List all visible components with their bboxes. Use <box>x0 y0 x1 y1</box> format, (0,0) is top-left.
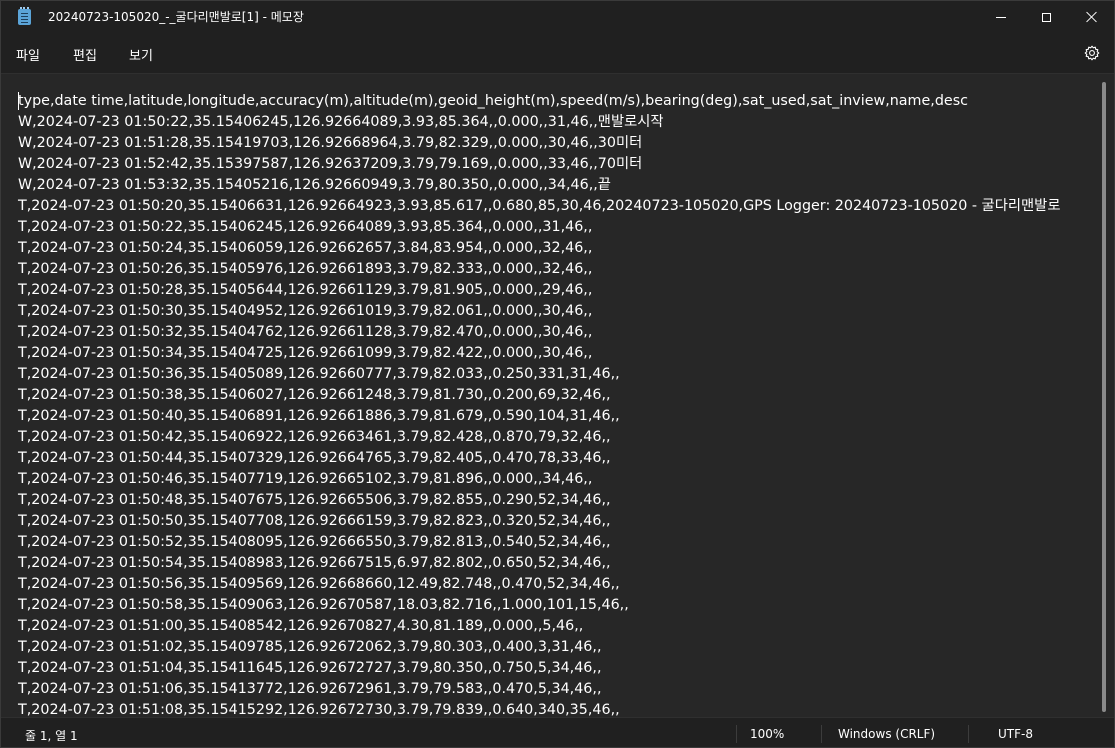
text-editor[interactable]: type,date time,latitude,longitude,accura… <box>1 73 1114 717</box>
status-bar: 줄 1, 열 1 100% Windows (CRLF) UTF-8 <box>1 717 1114 747</box>
menu-file[interactable]: 파일 <box>16 45 40 64</box>
editor-line[interactable]: T,2024-07-23 01:51:06,35.15413772,126.92… <box>18 679 1060 700</box>
editor-line[interactable]: type,date time,latitude,longitude,accura… <box>18 91 1060 112</box>
zoom-level: 100% <box>750 727 785 741</box>
editor-line[interactable]: T,2024-07-23 01:50:42,35.15406922,126.92… <box>18 427 1060 448</box>
editor-line[interactable]: T,2024-07-23 01:50:28,35.15405644,126.92… <box>18 280 1060 301</box>
menu-edit[interactable]: 편집 <box>73 45 97 64</box>
editor-line[interactable]: T,2024-07-23 01:50:32,35.15404762,126.92… <box>18 322 1060 343</box>
close-icon <box>1086 11 1098 23</box>
status-divider <box>736 725 737 743</box>
editor-line[interactable]: T,2024-07-23 01:50:38,35.15406027,126.92… <box>18 385 1060 406</box>
notepad-icon <box>18 7 31 25</box>
editor-line[interactable]: T,2024-07-23 01:50:58,35.15409063,126.92… <box>18 595 1060 616</box>
minimize-icon <box>996 16 1006 18</box>
minimize-button[interactable] <box>978 1 1024 33</box>
editor-line[interactable]: T,2024-07-23 01:50:20,35.15406631,126.92… <box>18 196 1060 217</box>
notepad-window: 20240723-105020_-_굴다리맨발로[1] - 메모장 파일 편집 … <box>0 0 1115 748</box>
editor-line[interactable]: T,2024-07-23 01:50:48,35.15407675,126.92… <box>18 490 1060 511</box>
editor-line[interactable]: T,2024-07-23 01:50:26,35.15405976,126.92… <box>18 259 1060 280</box>
editor-line[interactable]: W,2024-07-23 01:53:32,35.15405216,126.92… <box>18 175 1060 196</box>
editor-text[interactable]: type,date time,latitude,longitude,accura… <box>18 91 1060 717</box>
vertical-scrollbar[interactable] <box>1102 82 1106 712</box>
maximize-button[interactable] <box>1023 1 1069 33</box>
editor-line[interactable]: T,2024-07-23 01:50:36,35.15405089,126.92… <box>18 364 1060 385</box>
editor-line[interactable]: T,2024-07-23 01:50:46,35.15407719,126.92… <box>18 469 1060 490</box>
menu-bar: 파일 편집 보기 <box>1 33 1114 73</box>
window-title: 20240723-105020_-_굴다리맨발로[1] - 메모장 <box>48 10 304 24</box>
title-bar[interactable]: 20240723-105020_-_굴다리맨발로[1] - 메모장 <box>1 1 1114 33</box>
editor-line[interactable]: T,2024-07-23 01:50:40,35.15406891,126.92… <box>18 406 1060 427</box>
editor-line[interactable]: T,2024-07-23 01:51:02,35.15409785,126.92… <box>18 637 1060 658</box>
editor-line[interactable]: T,2024-07-23 01:50:50,35.15407708,126.92… <box>18 511 1060 532</box>
editor-line[interactable]: T,2024-07-23 01:51:08,35.15415292,126.92… <box>18 700 1060 717</box>
editor-line[interactable]: W,2024-07-23 01:52:42,35.15397587,126.92… <box>18 154 1060 175</box>
editor-line[interactable]: T,2024-07-23 01:50:30,35.15404952,126.92… <box>18 301 1060 322</box>
editor-line[interactable]: T,2024-07-23 01:50:24,35.15406059,126.92… <box>18 238 1060 259</box>
editor-line[interactable]: T,2024-07-23 01:50:44,35.15407329,126.92… <box>18 448 1060 469</box>
maximize-icon <box>1041 12 1051 22</box>
editor-line[interactable]: T,2024-07-23 01:50:54,35.15408983,126.92… <box>18 553 1060 574</box>
status-divider <box>968 725 969 743</box>
menu-view[interactable]: 보기 <box>129 45 153 64</box>
editor-line[interactable]: T,2024-07-23 01:51:00,35.15408542,126.92… <box>18 616 1060 637</box>
close-button[interactable] <box>1069 1 1114 33</box>
editor-line[interactable]: T,2024-07-23 01:50:52,35.15408095,126.92… <box>18 532 1060 553</box>
editor-line[interactable]: T,2024-07-23 01:50:34,35.15404725,126.92… <box>18 343 1060 364</box>
editor-line[interactable]: T,2024-07-23 01:50:22,35.15406245,126.92… <box>18 217 1060 238</box>
editor-line[interactable]: T,2024-07-23 01:50:56,35.15409569,126.92… <box>18 574 1060 595</box>
text-caret <box>18 92 19 110</box>
editor-line[interactable]: W,2024-07-23 01:51:28,35.15419703,126.92… <box>18 133 1060 154</box>
editor-line[interactable]: T,2024-07-23 01:51:04,35.15411645,126.92… <box>18 658 1060 679</box>
encoding: UTF-8 <box>998 727 1033 741</box>
line-ending: Windows (CRLF) <box>838 727 936 741</box>
status-divider <box>821 725 822 743</box>
cursor-position: 줄 1, 열 1 <box>25 729 78 743</box>
editor-line[interactable]: W,2024-07-23 01:50:22,35.15406245,126.92… <box>18 112 1060 133</box>
gear-icon[interactable] <box>1084 45 1100 61</box>
